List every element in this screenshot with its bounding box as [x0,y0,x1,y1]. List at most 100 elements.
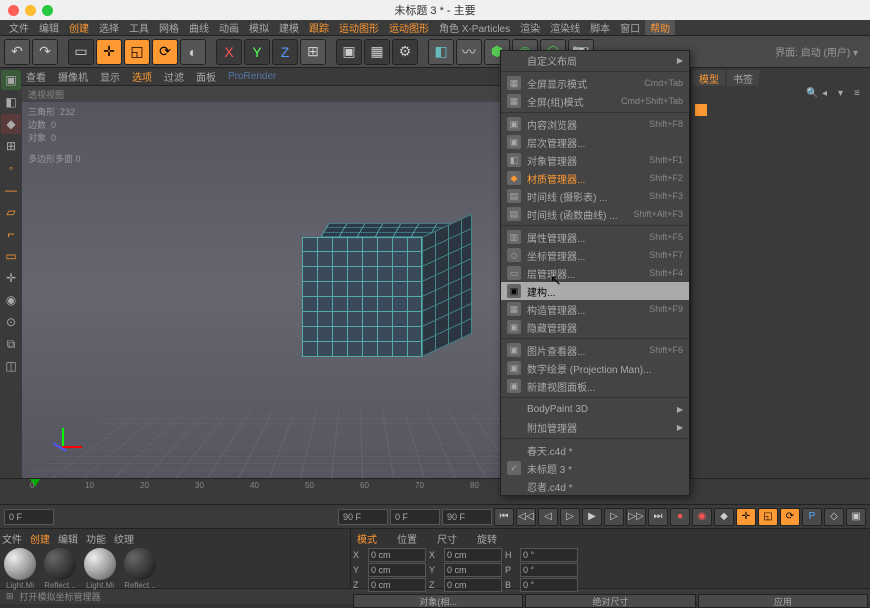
timeline-ruler[interactable]: 0102030405060708090 [0,478,870,504]
menu-8[interactable]: 模拟 [244,20,274,35]
menu-12[interactable]: 运动图形 [384,20,434,35]
undo-button[interactable]: ↶ [4,39,30,65]
play-back-button[interactable]: ▷ [560,508,580,526]
coord-size-1[interactable] [444,563,502,577]
current-frame-field[interactable] [390,509,440,525]
point-mode[interactable]: ◦ [1,158,21,178]
anim-mode-button[interactable]: ▣ [846,508,866,526]
menu-item-5[interactable]: ▣内容浏览器Shift+F8 [501,115,689,133]
mat-tab-0[interactable]: 文件 [2,531,22,546]
menu-13[interactable]: 角色 X-Particles [434,20,515,35]
menu-icon[interactable]: ≡ [854,88,868,102]
mat-tab-3[interactable]: 功能 [86,531,106,546]
menu-item-16[interactable]: ▦构造管理器...Shift+F9 [501,300,689,318]
coord-pos-1[interactable] [368,563,426,577]
menu-7[interactable]: 动画 [214,20,244,35]
menu-item-12[interactable]: ▥属性管理器...Shift+F5 [501,228,689,246]
vp-menu-4[interactable]: 过滤 [164,69,184,84]
cube-object[interactable] [302,222,462,362]
menu-item-21[interactable]: ▣新建视图面板... [501,377,689,395]
coord-size-2[interactable] [444,578,502,592]
coord-rot-2[interactable] [520,578,578,592]
material-1[interactable]: Reflect... [42,548,78,590]
render-view[interactable]: ▣ [336,39,362,65]
rot-key-button[interactable]: ⟳ [780,508,800,526]
axis-mode[interactable]: ✛ [1,268,21,288]
vp-menu-2[interactable]: 显示 [100,69,120,84]
mat-tab-1[interactable]: 创建 [30,531,50,546]
object-tab[interactable]: 模型 [693,70,725,86]
menu-item-3[interactable]: ▦全屏(组)模式Cmd+Shift+Tab [501,92,689,110]
menu-item-26[interactable]: 春天.c4d * [501,441,689,459]
vp-menu-6[interactable]: ProRender [228,71,276,82]
vp-menu-5[interactable]: 面板 [196,69,216,84]
menu-item-20[interactable]: ▣数字绘景 (Projection Man)... [501,359,689,377]
snap-toggle[interactable]: ⊙ [1,312,21,332]
record-button[interactable]: ● [670,508,690,526]
menu-item-15[interactable]: ▣建构... [501,282,689,300]
goto-end-button[interactable]: ⏭ [648,508,668,526]
uv-point-mode[interactable]: ⌐ [1,224,21,244]
coord-size-0[interactable] [444,548,502,562]
menu-14[interactable]: 渲染 [515,20,545,35]
render-region[interactable]: ▦ [364,39,390,65]
move-tool[interactable]: ✛ [96,39,122,65]
range-end-field[interactable] [338,509,388,525]
menu-9[interactable]: 建模 [274,20,304,35]
keyframe-sel-button[interactable]: ◆ [714,508,734,526]
menu-item-27[interactable]: ✓未标题 3 * [501,459,689,477]
next-key-button[interactable]: ▷▷ [626,508,646,526]
coord-abs-button[interactable]: 绝对尺寸 [525,594,695,608]
menu-item-8[interactable]: ◆材质管理器...Shift+F2 [501,169,689,187]
goto-start-button[interactable]: ⏮ [494,508,514,526]
menu-4[interactable]: 工具 [124,20,154,35]
cube-primitive[interactable]: ◧ [428,39,454,65]
menu-item-23[interactable]: BodyPaint 3D▶ [501,400,689,418]
mat-tab-2[interactable]: 编辑 [58,531,78,546]
make-editable[interactable]: ▣ [1,70,21,90]
pla-key-button[interactable]: ◇ [824,508,844,526]
workplane-settings[interactable]: ◫ [1,356,21,376]
redo-button[interactable]: ↷ [32,39,58,65]
menu-10[interactable]: 跟踪 [304,20,334,35]
menu-6[interactable]: 曲线 [184,20,214,35]
menu-17[interactable]: 窗口 [615,20,645,35]
menu-3[interactable]: 选择 [94,20,124,35]
menu-item-19[interactable]: ▣图片查看器...Shift+F6 [501,341,689,359]
z-axis-lock[interactable]: Z [272,39,298,65]
coord-apply-button[interactable]: 应用 [698,594,868,608]
snap-settings[interactable]: ⧉ [1,334,21,354]
filter-icon[interactable]: ◂ [822,88,836,102]
vp-menu-0[interactable]: 查看 [26,69,46,84]
vp-menu-1[interactable]: 摄像机 [58,69,88,84]
menu-16[interactable]: 脚本 [585,20,615,35]
spline-tool[interactable]: 〰 [456,39,482,65]
uv-poly-mode[interactable]: ▭ [1,246,21,266]
menu-item-28[interactable]: 忍者.c4d * [501,477,689,495]
menu-item-0[interactable]: 自定义布局▶ [501,51,689,69]
menu-15[interactable]: 渲染线 [545,20,585,35]
scale-key-button[interactable]: ◱ [758,508,778,526]
start-frame-field[interactable] [4,509,54,525]
param-key-button[interactable]: P [802,508,822,526]
y-axis-lock[interactable]: Y [244,39,270,65]
poly-mode[interactable]: ▱ [1,202,21,222]
menu-18[interactable]: 帮助 [645,20,675,35]
model-mode[interactable]: ◧ [1,92,21,112]
material-2[interactable]: Light.Mi [82,548,118,590]
next-frame-button[interactable]: ▷ [604,508,624,526]
material-0[interactable]: Light.Mi [2,548,38,590]
menu-item-2[interactable]: ▦全屏显示模式Cmd+Tab [501,74,689,92]
viewport-solo[interactable]: ◉ [1,290,21,310]
coord-rot-1[interactable] [520,563,578,577]
pos-key-button[interactable]: ✛ [736,508,756,526]
coord-pos-2[interactable] [368,578,426,592]
coord-pos-0[interactable] [368,548,426,562]
autokey-button[interactable]: ◉ [692,508,712,526]
menu-item-17[interactable]: ▣隐藏管理器 [501,318,689,336]
maximize-window-button[interactable] [42,5,53,16]
expand-icon[interactable]: ▾ [838,88,852,102]
coord-rot-0[interactable] [520,548,578,562]
coord-tab-mode[interactable]: 模式 [357,531,377,546]
rotate-tool[interactable]: ⟳ [152,39,178,65]
